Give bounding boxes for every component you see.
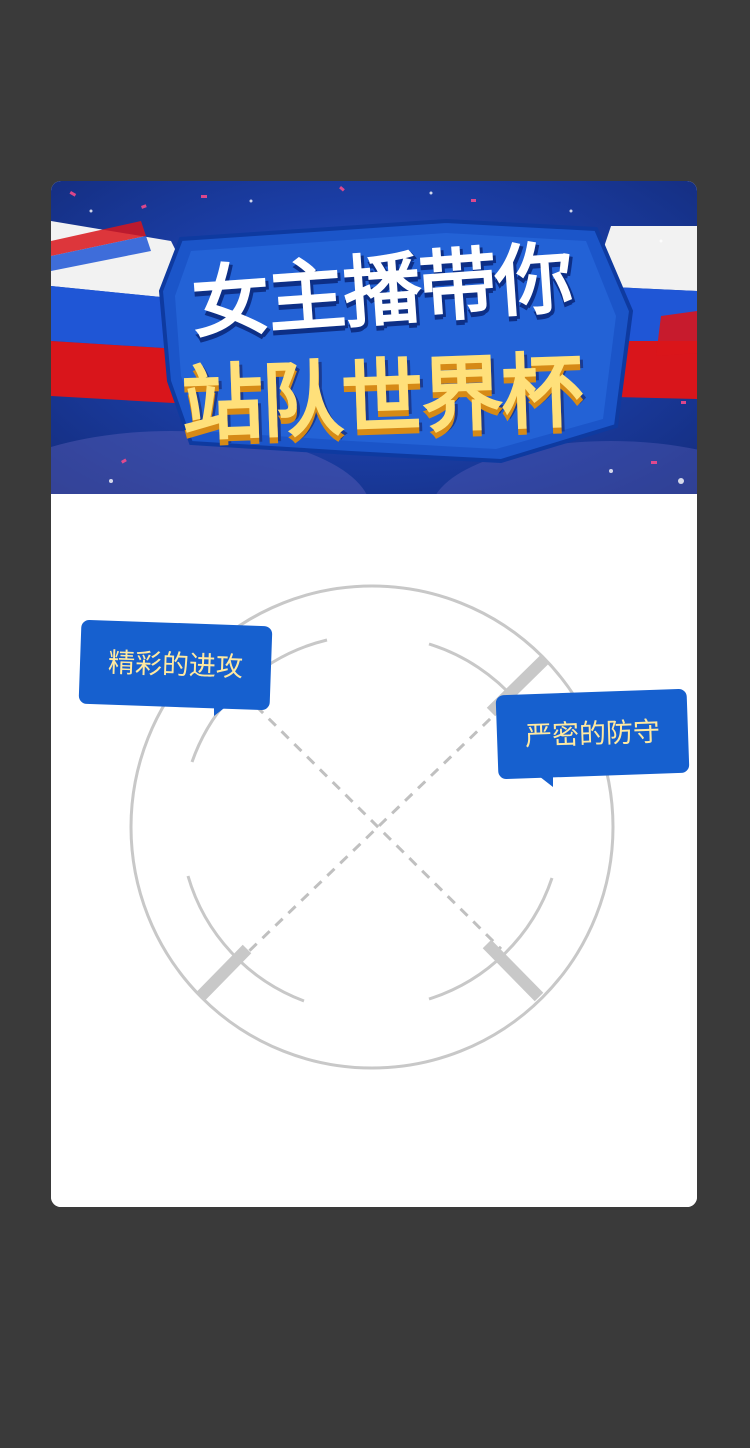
event-modal: 女主播带你 站队世界杯 精彩的进攻 严密的防守 (51, 181, 697, 1207)
event-banner: 女主播带你 站队世界杯 (51, 181, 697, 494)
attack-option-button[interactable]: 精彩的进攻 (78, 619, 273, 711)
banner-title: 女主播带你 站队世界杯 (151, 223, 611, 483)
choice-area: 精彩的进攻 严密的防守 (51, 494, 697, 1207)
banner-title-line2: 站队世界杯 (179, 344, 583, 453)
defense-option-button[interactable]: 严密的防守 (495, 688, 690, 780)
circular-field-x-icon (129, 584, 615, 1070)
